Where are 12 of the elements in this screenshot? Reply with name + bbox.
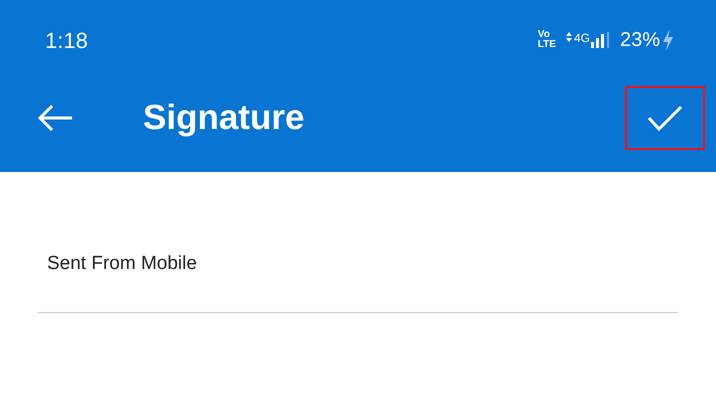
status-time: 1:18 xyxy=(45,26,88,54)
signature-field[interactable]: Sent From Mobile xyxy=(38,250,678,313)
network-type: 4G xyxy=(574,30,590,47)
back-arrow-icon xyxy=(37,104,73,132)
battery-percentage: 23% xyxy=(620,28,660,53)
volte-indicator: Vo LTE xyxy=(538,30,556,50)
signal-icon xyxy=(590,32,612,48)
data-arrows-icon xyxy=(566,32,572,42)
confirm-button[interactable] xyxy=(625,86,705,150)
screen-title: Signature xyxy=(143,96,304,139)
signature-text: Sent From Mobile xyxy=(47,253,197,274)
checkmark-icon xyxy=(647,105,683,131)
